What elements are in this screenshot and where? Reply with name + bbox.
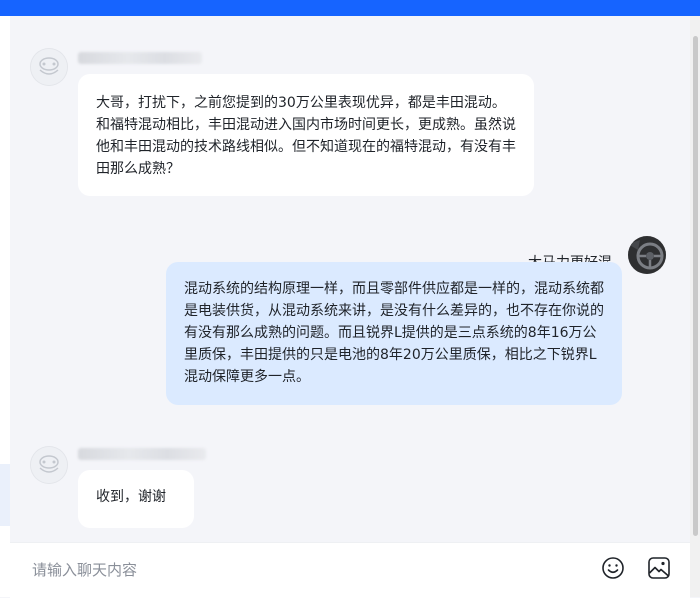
steering-wheel-icon <box>628 236 666 274</box>
message-bubble-outgoing: 混动系统的结构原理一样，而且零部件供应都是一样的，混动系统都是电装供货，从混动系… <box>166 262 622 405</box>
image-icon[interactable] <box>646 555 672 581</box>
chat-input[interactable] <box>30 553 574 587</box>
scrollbar-thumb[interactable] <box>693 36 698 536</box>
contact-avatar[interactable] <box>30 48 68 86</box>
message-text: 混动系统的结构原理一样，而且零部件供应都是一样的，混动系统都是电装供货，从混动系… <box>184 281 604 385</box>
top-accent-bar <box>0 0 700 16</box>
message-composer <box>10 542 690 598</box>
car-logo-icon <box>31 447 67 483</box>
chat-message-area[interactable]: 大哥，打扰下，之前您提到的30万公里表现优异，都是丰田混动。和福特混动相比，丰田… <box>10 16 690 542</box>
contact-name-redacted <box>78 448 206 460</box>
contact-name-redacted <box>78 52 202 64</box>
car-logo-icon <box>31 49 67 85</box>
chat-scrollbar[interactable] <box>690 16 700 597</box>
user-avatar[interactable] <box>628 236 666 274</box>
message-bubble-incoming: 大哥，打扰下，之前您提到的30万公里表现优异，都是丰田混动。和福特混动相比，丰田… <box>78 74 534 196</box>
smiley-icon[interactable] <box>600 555 626 581</box>
left-panel-edge <box>0 16 10 597</box>
left-panel-highlight <box>0 464 10 526</box>
contact-avatar[interactable] <box>30 446 68 484</box>
message-bubble-incoming: 收到，谢谢 <box>78 470 194 528</box>
message-text: 收到，谢谢 <box>96 489 166 505</box>
message-text: 大哥，打扰下，之前您提到的30万公里表现优异，都是丰田混动。和福特混动相比，丰田… <box>96 95 516 177</box>
